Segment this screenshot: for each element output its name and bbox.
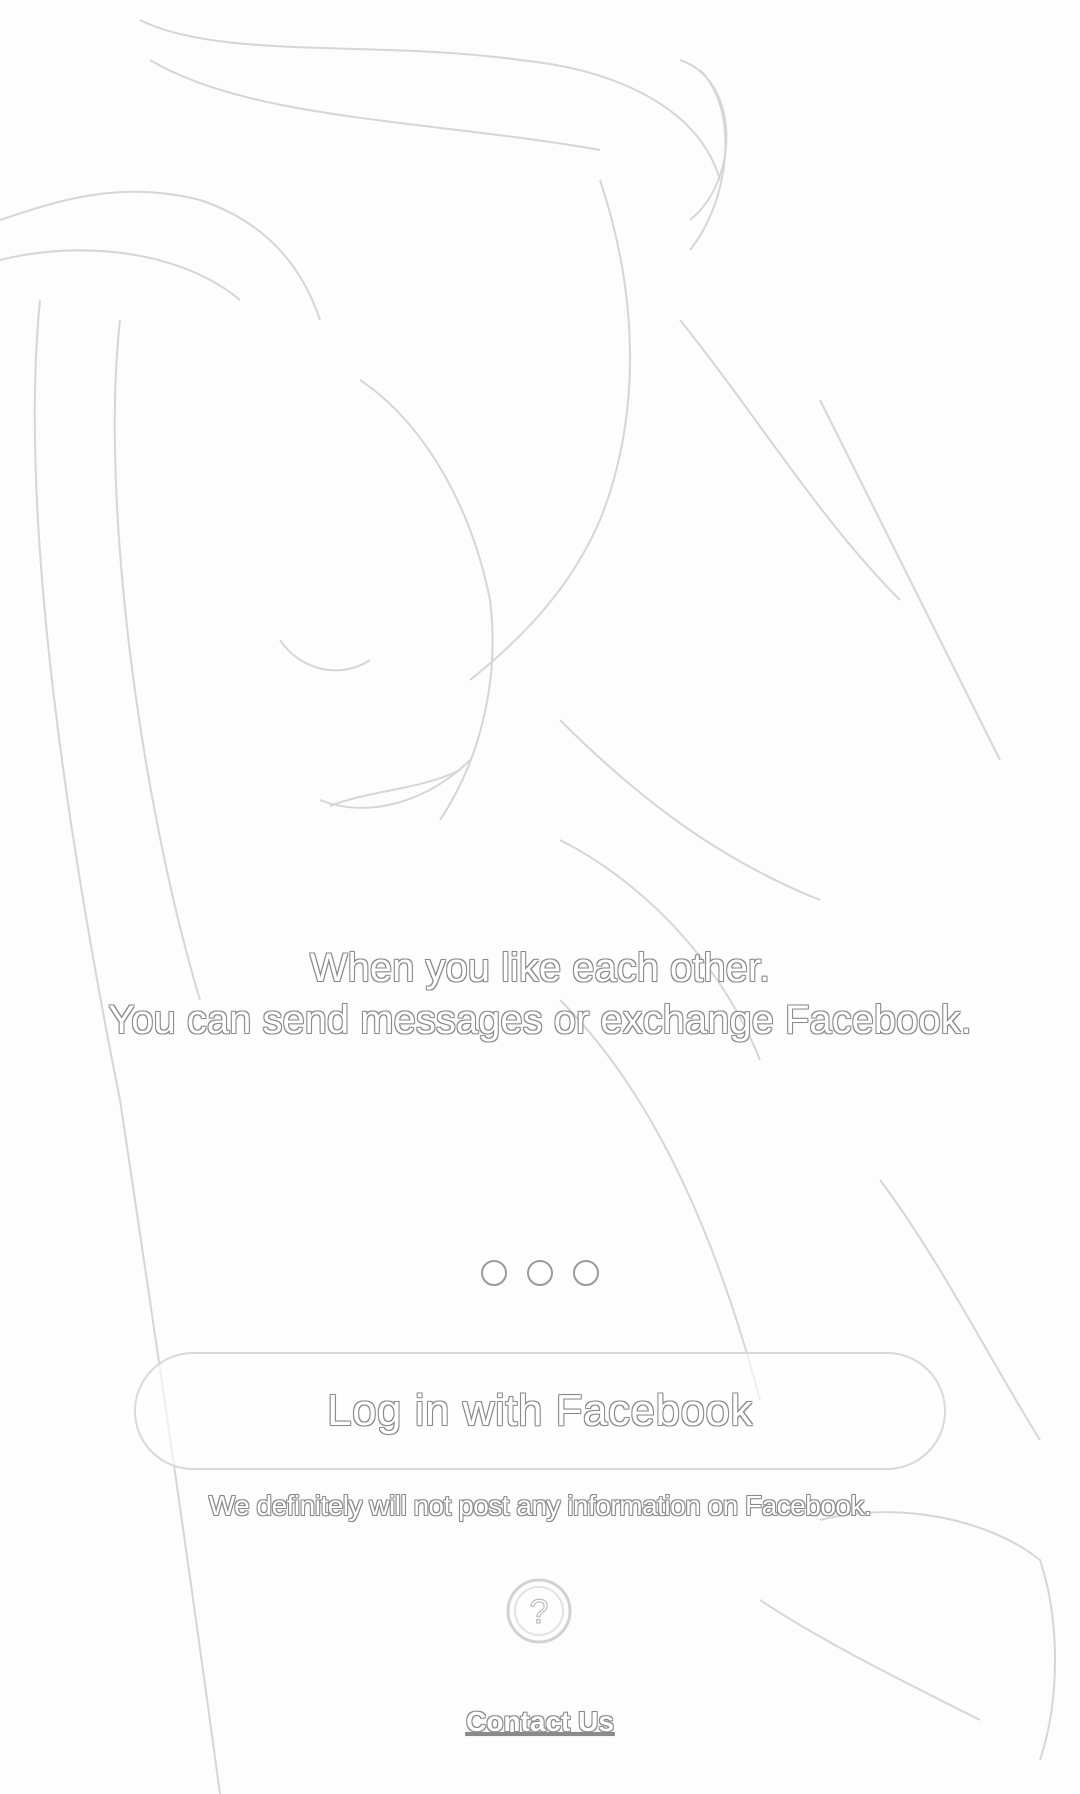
facebook-login-button-label: Log in with Facebook (327, 1386, 753, 1435)
question-circle-icon[interactable]: ? (504, 1576, 574, 1646)
page-indicator (0, 1260, 1080, 1286)
page-indicator-dot[interactable] (573, 1260, 599, 1286)
tagline-line-2: You can send messages or exchange Facebo… (108, 998, 972, 1042)
page-indicator-dot[interactable] (527, 1260, 553, 1286)
contact-us-container: Contact Us (0, 1704, 1080, 1740)
tagline-line-1: When you like each other. (309, 946, 771, 990)
background-photo (0, 19, 1056, 1794)
login-screen: When you like each other. You can send m… (0, 0, 1080, 1794)
page-indicator-dot[interactable] (481, 1260, 507, 1286)
privacy-disclaimer: We definitely will not post any informat… (208, 1490, 872, 1521)
help-glyph: ? (530, 1593, 549, 1631)
facebook-login-button[interactable]: Log in with Facebook (134, 1352, 946, 1470)
contact-us-link[interactable]: Contact Us (466, 1706, 614, 1737)
